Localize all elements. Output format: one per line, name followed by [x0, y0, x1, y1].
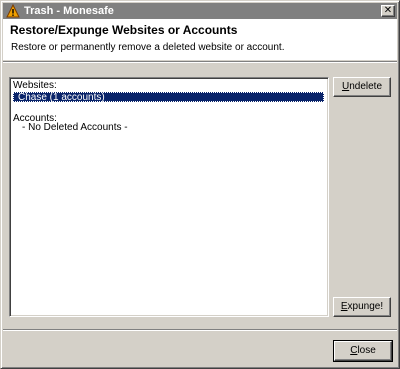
header-title: Restore/Expunge Websites or Accounts — [10, 23, 238, 37]
header-divider — [3, 61, 397, 63]
title-bar[interactable]: Trash - Monesafe ✕ — [3, 3, 397, 19]
warning-icon — [6, 4, 20, 18]
window-title: Trash - Monesafe — [24, 5, 114, 17]
close-window-button[interactable]: ✕ — [381, 5, 395, 17]
trash-listbox[interactable]: Websites: Chase (1 accounts) Accounts: -… — [9, 77, 329, 317]
trash-dialog: Trash - Monesafe ✕ Restore/Expunge Websi… — [0, 0, 400, 369]
accounts-empty-item: - No Deleted Accounts - — [22, 122, 128, 133]
footer-divider — [3, 329, 397, 331]
header-subtitle: Restore or permanently remove a deleted … — [11, 42, 285, 53]
list-item-label: Chase (1 accounts) — [18, 92, 105, 103]
expunge-button[interactable]: Expunge! — [333, 297, 391, 317]
close-label: lose — [357, 345, 376, 356]
expunge-label: xpunge! — [347, 301, 384, 312]
list-item-selected[interactable]: Chase (1 accounts) — [13, 92, 324, 103]
close-icon: ✕ — [383, 5, 393, 16]
expunge-accel: E — [340, 301, 348, 312]
websites-heading: Websites: — [13, 80, 57, 91]
dialog-header: Restore/Expunge Websites or Accounts Res… — [3, 19, 397, 60]
undelete-label: ndelete — [349, 81, 383, 92]
undelete-button[interactable]: Undelete — [333, 77, 391, 97]
close-button[interactable]: Close — [333, 340, 393, 362]
